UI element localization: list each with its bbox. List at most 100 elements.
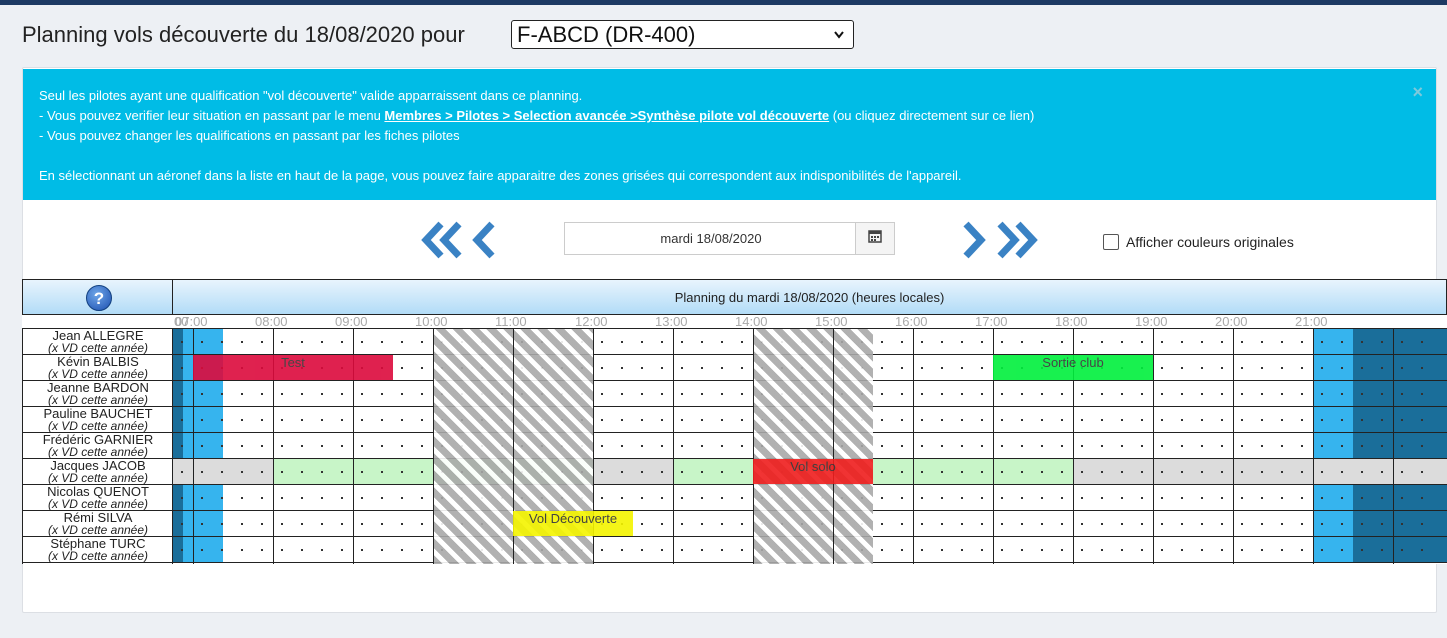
night-band — [1353, 485, 1447, 510]
quarter-hour-dot — [1201, 341, 1203, 343]
quarter-hour-dot — [321, 445, 323, 447]
quarter-hour-dot — [881, 497, 883, 499]
booking-event[interactable]: Vol solo — [753, 459, 873, 484]
quarter-hour-dot — [941, 341, 943, 343]
quarter-hour-dot — [1161, 471, 1163, 473]
quarter-hour-dot — [221, 549, 223, 551]
quarter-hour-dot — [621, 419, 623, 421]
quarter-hour-dot — [921, 471, 923, 473]
quarter-hour-dot — [1401, 341, 1403, 343]
quarter-hour-dot — [1361, 341, 1363, 343]
quarter-hour-dot — [221, 471, 223, 473]
quarter-hour-dot — [921, 341, 923, 343]
quarter-hour-dot — [881, 341, 883, 343]
quarter-hour-dot — [641, 341, 643, 343]
quarter-hour-dot — [701, 341, 703, 343]
quarter-hour-dot — [1001, 471, 1003, 473]
quarter-hour-dot — [1201, 393, 1203, 395]
quarter-hour-dot — [361, 497, 363, 499]
pilot-row-label[interactable]: Frédéric GARNIER (x VD cette année) — [23, 433, 173, 459]
quarter-hour-dot — [681, 341, 683, 343]
quarter-hour-dot — [1041, 341, 1043, 343]
prev-week-button[interactable] — [421, 220, 465, 266]
pilot-synthesis-link[interactable]: Membres > Pilotes > Selection avancée >S… — [384, 108, 829, 123]
original-colors-label[interactable]: Afficher couleurs originales — [1126, 234, 1294, 250]
hour-label: 20:00 — [1215, 314, 1248, 329]
quarter-hour-dot — [401, 471, 403, 473]
quarter-hour-dot — [1061, 341, 1063, 343]
quarter-hour-dot — [1221, 549, 1223, 551]
prev-day-button[interactable] — [472, 220, 500, 266]
booking-event[interactable]: Vol Découverte — [513, 511, 633, 536]
date-input[interactable]: mardi 18/08/2020 — [565, 223, 857, 254]
quarter-hour-dot — [1181, 419, 1183, 421]
quarter-hour-dot — [221, 497, 223, 499]
alert-line: Seul les pilotes ayant une qualification… — [39, 88, 583, 103]
quarter-hour-dot — [301, 549, 303, 551]
quarter-hour-dot — [1181, 445, 1183, 447]
pilot-row-label[interactable]: Kévin BALBIS (x VD cette année) — [23, 355, 173, 381]
quarter-hour-dot — [961, 497, 963, 499]
planning-header: Planning du mardi 18/08/2020 (heures loc… — [173, 279, 1447, 315]
quarter-hour-dot — [241, 445, 243, 447]
quarter-hour-dot — [1001, 523, 1003, 525]
night-band — [1353, 355, 1447, 380]
pilot-row-label[interactable]: Pauline BAUCHET (x VD cette année) — [23, 407, 173, 433]
quarter-hour-dot — [221, 393, 223, 395]
next-week-button[interactable] — [994, 220, 1038, 266]
aircraft-select[interactable]: F-ABCD (DR-400) — [511, 20, 854, 49]
quarter-hour-dot — [1281, 497, 1283, 499]
quarter-hour-dot — [901, 523, 903, 525]
quarter-hour-dot — [1181, 471, 1183, 473]
help-icon[interactable]: ? — [86, 285, 112, 311]
quarter-hour-dot — [1221, 497, 1223, 499]
quarter-hour-dot — [961, 341, 963, 343]
quarter-hour-dot — [241, 497, 243, 499]
pilot-row-label[interactable]: Jeanne BARDON (x VD cette année) — [23, 381, 173, 407]
quarter-hour-dot — [1241, 471, 1243, 473]
quarter-hour-dot — [661, 523, 663, 525]
calendar-icon[interactable] — [855, 223, 894, 254]
quarter-hour-dot — [941, 367, 943, 369]
pilot-row-label[interactable]: Stéphane TURC (x VD cette année) — [23, 537, 173, 563]
hour-gridline — [913, 329, 914, 564]
quarter-hour-dot — [1421, 523, 1423, 525]
quarter-hour-dot — [981, 549, 983, 551]
pilot-row-label[interactable]: Jacques JACOB (x VD cette année) — [23, 459, 173, 485]
quarter-hour-dot — [301, 471, 303, 473]
quarter-hour-dot — [1121, 445, 1123, 447]
hour-gridline — [1313, 329, 1314, 564]
quarter-hour-dot — [381, 393, 383, 395]
pilot-unavailable-band — [173, 459, 273, 484]
quarter-hour-dot — [1321, 445, 1323, 447]
booking-event[interactable]: Sortie club — [993, 355, 1153, 380]
date-picker[interactable]: mardi 18/08/2020 — [564, 222, 895, 255]
close-icon[interactable]: × — [1412, 82, 1423, 102]
next-day-button[interactable] — [960, 220, 988, 266]
quarter-hour-dot — [1241, 393, 1243, 395]
hour-gridline — [1153, 329, 1154, 564]
quarter-hour-dot — [1121, 341, 1123, 343]
quarter-hour-dot — [1301, 523, 1303, 525]
quarter-hour-dot — [401, 523, 403, 525]
quarter-hour-dot — [881, 367, 883, 369]
pilot-row-label[interactable]: Jean ALLEGRE (x VD cette année) — [23, 329, 173, 355]
quarter-hour-dot — [941, 471, 943, 473]
quarter-hour-dot — [881, 523, 883, 525]
quarter-hour-dot — [1161, 445, 1163, 447]
quarter-hour-dot — [1241, 341, 1243, 343]
hour-label: 13:00 — [655, 314, 688, 329]
quarter-hour-dot — [1401, 419, 1403, 421]
pilot-row-label[interactable]: Rémi SILVA (x VD cette année) — [23, 511, 173, 537]
quarter-hour-dot — [301, 341, 303, 343]
quarter-hour-dot — [1361, 445, 1363, 447]
quarter-hour-dot — [1081, 419, 1083, 421]
pilot-vd-count: (x VD cette année) — [47, 393, 149, 407]
quarter-hour-dot — [981, 393, 983, 395]
booking-event[interactable]: Test — [193, 355, 393, 380]
original-colors-checkbox[interactable] — [1103, 234, 1119, 250]
pilot-row-label[interactable]: Nicolas QUENOT (x VD cette année) — [23, 485, 173, 511]
quarter-hour-dot — [1341, 341, 1343, 343]
night-band — [1353, 511, 1447, 536]
twilight-band — [1313, 355, 1353, 380]
